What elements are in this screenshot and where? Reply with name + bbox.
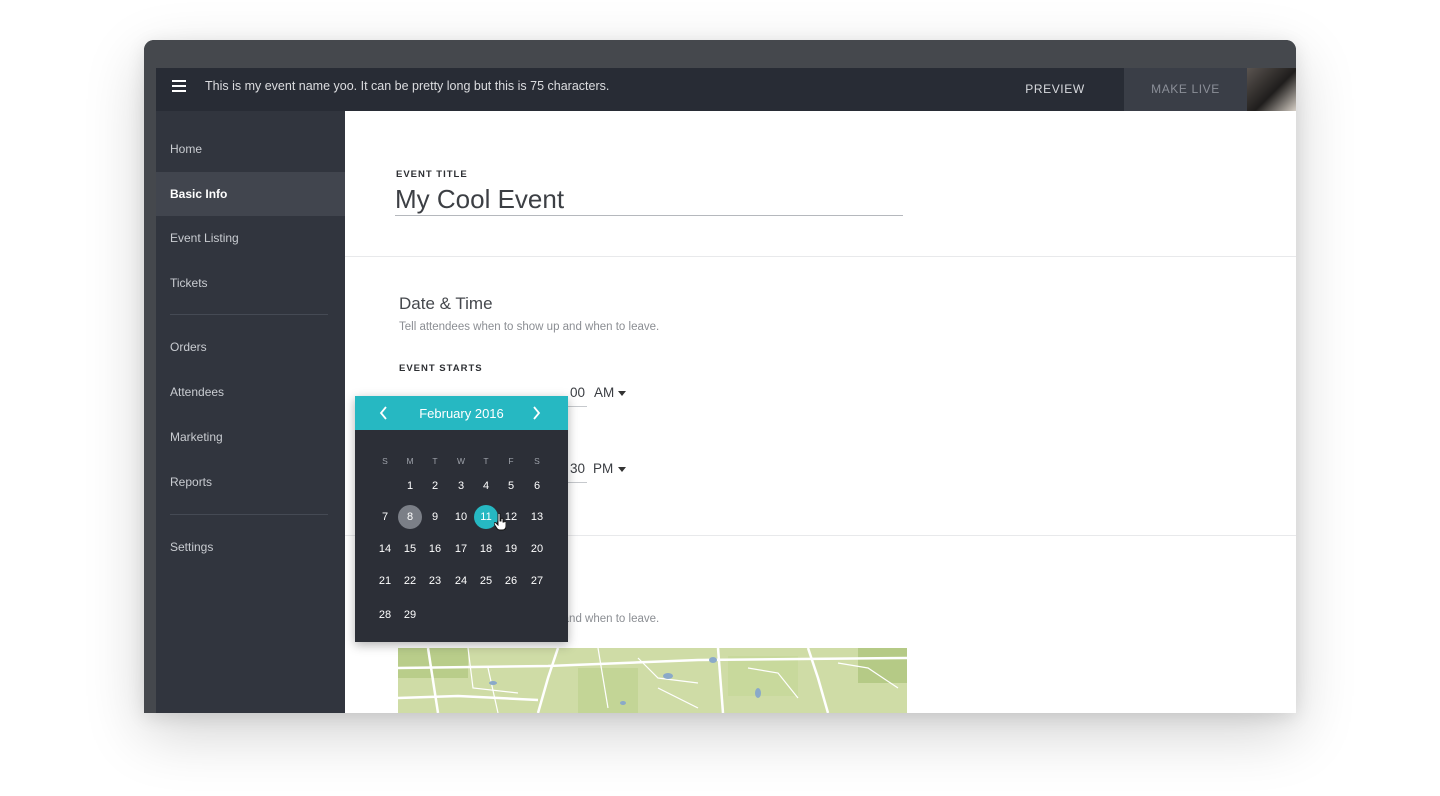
calendar-day[interactable]: 25: [474, 569, 498, 593]
weekday-label: M: [406, 456, 414, 466]
calendar-day[interactable]: 16: [423, 537, 447, 561]
avatar[interactable]: [1247, 68, 1296, 111]
start-meridiem-select[interactable]: AM: [594, 385, 614, 400]
sidebar-item-basic-info[interactable]: Basic Info: [156, 172, 345, 216]
weekday-label: T: [483, 456, 489, 466]
event-name-header: This is my event name yoo. It can be pre…: [205, 79, 610, 93]
calendar-day[interactable]: 29: [398, 603, 422, 627]
sidebar-item-orders[interactable]: Orders: [156, 325, 345, 369]
calendar-day[interactable]: 21: [373, 569, 397, 593]
calendar-day[interactable]: 27: [525, 569, 549, 593]
location-map[interactable]: [398, 648, 907, 713]
calendar-day[interactable]: 24: [449, 569, 473, 593]
chevron-down-icon[interactable]: [618, 467, 626, 472]
preview-button[interactable]: PREVIEW: [996, 68, 1114, 111]
sidebar-item-settings[interactable]: Settings: [156, 525, 345, 569]
calendar-day[interactable]: 23: [423, 569, 447, 593]
make-live-button[interactable]: MAKE LIVE: [1124, 68, 1247, 111]
weekday-label: F: [508, 456, 514, 466]
weekday-label: T: [432, 456, 438, 466]
chevron-down-icon[interactable]: [618, 391, 626, 396]
sidebar-divider: [170, 514, 328, 515]
weekday-label: S: [382, 456, 388, 466]
section-divider: [345, 256, 1296, 257]
calendar-day[interactable]: 15: [398, 537, 422, 561]
end-meridiem-select[interactable]: PM: [593, 461, 613, 476]
end-time-underline: [567, 482, 587, 483]
hand-cursor-icon: [493, 512, 507, 531]
event-title-input[interactable]: [395, 183, 903, 216]
sidebar-item-reports[interactable]: Reports: [156, 460, 345, 504]
calendar-day[interactable]: 2: [423, 474, 447, 498]
date-time-title: Date & Time: [399, 294, 493, 313]
calendar-day[interactable]: 9: [423, 505, 447, 529]
calendar-day[interactable]: 3: [449, 474, 473, 498]
event-title-label: EVENT TITLE: [396, 169, 468, 180]
calendar-day[interactable]: 18: [474, 537, 498, 561]
end-time-value[interactable]: 30: [570, 461, 585, 476]
calendar-day[interactable]: 5: [499, 474, 523, 498]
sidebar-item-home[interactable]: Home: [156, 127, 345, 171]
calendar-day[interactable]: 28: [373, 603, 397, 627]
start-time-underline: [567, 406, 587, 407]
calendar-day[interactable]: 10: [449, 505, 473, 529]
calendar-day[interactable]: 17: [449, 537, 473, 561]
device-frame: This is my event name yoo. It can be pre…: [144, 40, 1296, 713]
start-time-value[interactable]: 00: [570, 385, 585, 400]
calendar-day[interactable]: 13: [525, 505, 549, 529]
sidebar: Home Basic Info Event Listing Tickets Or…: [156, 111, 345, 713]
sidebar-item-marketing[interactable]: Marketing: [156, 415, 345, 459]
calendar-day[interactable]: 14: [373, 537, 397, 561]
weekday-label: S: [534, 456, 540, 466]
date-picker-header: February 2016: [355, 396, 568, 430]
weekday-label: W: [456, 456, 466, 466]
calendar-day[interactable]: 26: [499, 569, 523, 593]
calendar-day-today[interactable]: 8: [398, 505, 422, 529]
sidebar-divider: [170, 314, 328, 315]
sidebar-item-event-listing[interactable]: Event Listing: [156, 216, 345, 260]
date-picker[interactable]: February 2016 S M T W T F S 1 2 3 4 5 6 …: [355, 396, 568, 642]
sidebar-item-attendees[interactable]: Attendees: [156, 370, 345, 414]
calendar-day[interactable]: 1: [398, 474, 422, 498]
calendar-day[interactable]: 4: [474, 474, 498, 498]
app-screen: This is my event name yoo. It can be pre…: [156, 68, 1296, 713]
calendar-day[interactable]: 20: [525, 537, 549, 561]
top-bar: This is my event name yoo. It can be pre…: [156, 68, 1296, 111]
chevron-right-icon[interactable]: [526, 402, 546, 424]
event-starts-label: EVENT STARTS: [399, 363, 483, 374]
date-time-description: Tell attendees when to show up and when …: [399, 321, 660, 333]
sidebar-item-tickets[interactable]: Tickets: [156, 261, 345, 305]
hamburger-menu-icon[interactable]: [172, 80, 186, 94]
device-bezel-left: [144, 68, 156, 713]
calendar-day[interactable]: 7: [373, 505, 397, 529]
device-bezel-top: [144, 40, 1296, 68]
calendar-day[interactable]: 22: [398, 569, 422, 593]
calendar-day[interactable]: 6: [525, 474, 549, 498]
calendar-day[interactable]: 19: [499, 537, 523, 561]
